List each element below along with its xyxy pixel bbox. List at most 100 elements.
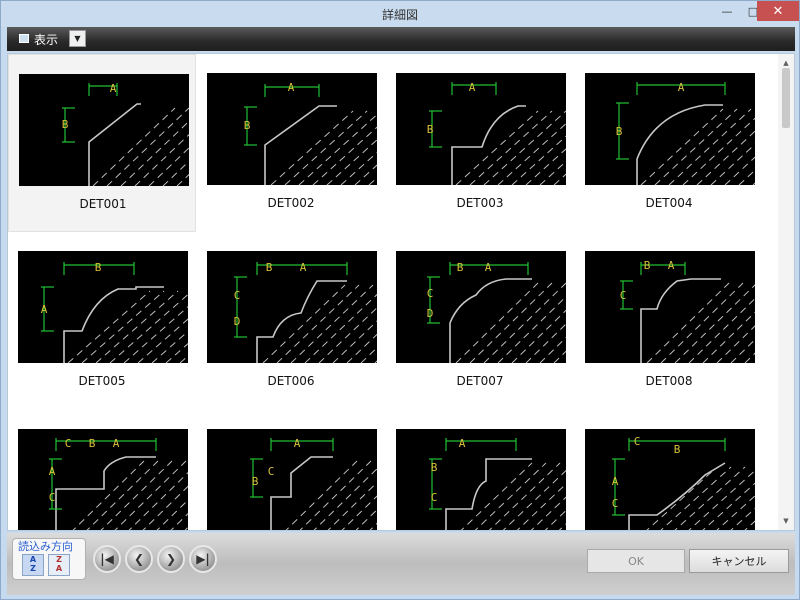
detail-caption: DET004: [645, 196, 693, 210]
hatch-line: [332, 320, 377, 363]
dimension-label: B: [266, 261, 273, 274]
detail-caption: DET007: [456, 374, 504, 388]
profile-mask: [207, 251, 377, 363]
scroll-down-icon[interactable]: ▼: [778, 514, 794, 528]
detail-tile[interactable]: A B DET001: [8, 54, 196, 232]
dimension-label: A: [288, 81, 295, 94]
dialog-window: 詳細図 — □ ✕ 表示 ▼ A B DET001 A B DET002 A B DET003 A…: [0, 0, 800, 600]
hatch-line: [298, 113, 377, 185]
detail-thumbnail: B A CD: [396, 251, 566, 363]
profile-drawing: BA: [18, 251, 188, 363]
hatch-line: [710, 143, 755, 185]
dimension-label: B: [431, 461, 438, 474]
detail-tile[interactable]: ABCDET011: [386, 410, 574, 530]
hatch-line: [553, 173, 566, 185]
detail-caption: DET006: [267, 374, 315, 388]
hatch-line: [137, 318, 188, 363]
dimension-label: B: [427, 123, 434, 136]
last-page-button[interactable]: ▶|: [189, 545, 217, 573]
hatch-line: [488, 462, 561, 530]
profile-mask: [396, 251, 566, 363]
profile-drawing: AB: [207, 73, 377, 185]
detail-caption: DET005: [78, 374, 126, 388]
previous-page-button[interactable]: ❮: [125, 545, 153, 573]
dimension-label: B: [62, 118, 69, 131]
detail-tile[interactable]: ACBDET010: [197, 410, 385, 530]
first-page-button[interactable]: |◀: [93, 545, 121, 573]
detail-tile[interactable]: A B DET004: [575, 54, 763, 232]
detail-thumbnail: AB: [207, 73, 377, 185]
profile-drawing: A B C: [396, 429, 566, 530]
dimension-label: A: [485, 261, 492, 274]
dimension-label: A: [469, 81, 476, 94]
detail-tile[interactable]: B A C D DET007: [386, 232, 574, 410]
profile-drawing: B A CD: [396, 251, 566, 363]
hatch-line: [340, 151, 377, 185]
dimension-label: B: [616, 125, 623, 138]
detail-tile[interactable]: B A C DET008: [575, 232, 763, 410]
view-dropdown-button[interactable]: ▼: [69, 30, 86, 47]
dimension-label: B: [95, 261, 102, 274]
read-direction-group: 読込み方向 A Z Z A: [12, 538, 86, 580]
detail-tile[interactable]: B A C D DET006: [197, 232, 385, 410]
vertical-scrollbar[interactable]: ▲ ▼: [778, 54, 794, 530]
detail-thumbnail: AB: [396, 73, 566, 185]
detail-tile[interactable]: CBAACDET009: [8, 410, 196, 530]
view-icon: [19, 34, 29, 43]
title-bar: 詳細図 — □ ✕: [1, 1, 799, 27]
hatch-line: [724, 156, 755, 185]
close-icon: ✕: [772, 3, 784, 19]
skip-last-icon: ▶|: [196, 552, 210, 566]
hatch-line: [179, 355, 188, 363]
detail-thumbnail: AB: [585, 73, 755, 185]
cancel-button[interactable]: キャンセル: [689, 549, 789, 573]
hatch-line: [525, 148, 566, 185]
dimension-label: B: [674, 443, 681, 456]
detail-tile[interactable]: A B DET003: [386, 54, 574, 232]
hatch-line: [497, 122, 566, 185]
minimize-button[interactable]: —: [714, 1, 740, 21]
dimension-label: A: [668, 259, 675, 272]
dimension-label: B: [644, 259, 651, 272]
ok-button[interactable]: OK: [587, 549, 685, 573]
detail-thumbnail: B A C: [585, 251, 755, 363]
hatch-line: [318, 307, 377, 363]
next-page-button[interactable]: ❯: [157, 545, 185, 573]
sort-az-icon: A Z: [29, 555, 37, 573]
hatch-line: [304, 293, 377, 363]
dimension-label: A: [110, 82, 117, 95]
hatch-line: [696, 130, 755, 185]
hatch-line: [368, 177, 377, 185]
detail-tile[interactable]: CBACDET012: [575, 410, 763, 530]
hatch-line: [730, 338, 755, 363]
detail-caption: DET002: [267, 196, 315, 210]
detail-caption: DET003: [456, 196, 504, 210]
hatch-line: [752, 182, 755, 185]
hatch-line: [354, 164, 377, 185]
close-button[interactable]: ✕: [757, 1, 799, 21]
detail-tile[interactable]: A B DET002: [197, 54, 385, 232]
dimension-label: C: [612, 497, 619, 510]
hatch-line: [525, 323, 566, 363]
chevron-right-icon: ❯: [165, 552, 177, 566]
hatch-line: [497, 295, 566, 363]
minimize-icon: —: [721, 4, 733, 18]
detail-thumbnail: BA: [18, 251, 188, 363]
view-menu-label[interactable]: 表示: [34, 31, 58, 48]
hatch-line: [327, 481, 377, 530]
profile-mask: [396, 429, 566, 530]
hatch-line: [165, 343, 188, 363]
hatch-line: [539, 160, 566, 185]
dimension-label: A: [49, 465, 56, 478]
dimension-label: D: [427, 307, 434, 320]
scrollbar-thumb[interactable]: [782, 68, 790, 128]
dimension-label: A: [113, 437, 120, 450]
detail-tile[interactable]: B A DET005: [8, 232, 196, 410]
profile-drawing: C B AAC: [18, 429, 188, 530]
hatch-line: [738, 169, 755, 185]
sort-ascending-button[interactable]: A Z: [22, 554, 44, 576]
sort-descending-button[interactable]: Z A: [48, 554, 70, 576]
sort-za-icon: Z A: [55, 555, 63, 573]
dimension-label: A: [612, 475, 619, 488]
chevron-down-icon: ▼: [74, 34, 81, 43]
